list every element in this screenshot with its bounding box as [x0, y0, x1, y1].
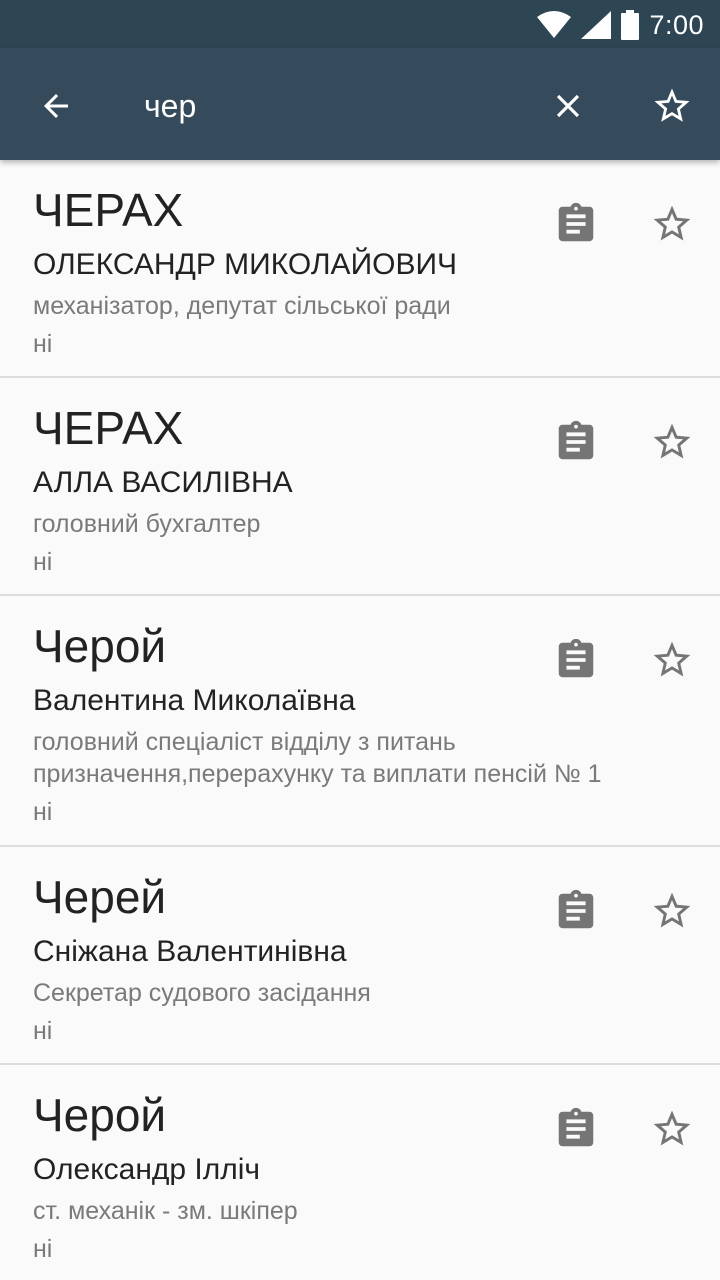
- battery-icon: [621, 10, 640, 40]
- app-bar: [0, 48, 720, 160]
- favorite-toggle[interactable]: [636, 624, 708, 696]
- clipboard-text-icon: [558, 420, 594, 460]
- result-surname: ЧЕРАХ: [33, 402, 184, 454]
- result-given-name: Сніжана Валентинівна: [33, 935, 347, 968]
- declaration-button[interactable]: [540, 406, 612, 478]
- result-given-name: Валентина Миколаївна: [33, 684, 356, 717]
- result-flag: ні: [33, 1235, 53, 1263]
- result-given-name: Олександр Ілліч: [33, 1153, 261, 1186]
- result-position: Секретар судового засідання: [33, 979, 371, 1007]
- result-flag: ні: [33, 548, 53, 576]
- result-item[interactable]: Черой Валентина Миколаївна головний спец…: [0, 596, 720, 847]
- star-outline-icon: [654, 88, 690, 122]
- result-position: механізатор, депутат сільської ради: [33, 292, 451, 320]
- clear-search-button[interactable]: [532, 70, 604, 142]
- star-outline-icon: [653, 423, 691, 459]
- star-outline-icon: [653, 892, 691, 928]
- star-outline-icon: [653, 641, 691, 677]
- declaration-button[interactable]: [540, 875, 612, 947]
- close-icon: [556, 94, 580, 118]
- result-flag: ні: [33, 330, 53, 358]
- clipboard-text-icon: [558, 202, 594, 242]
- result-given-name: ОЛЕКСАНДР МИКОЛАЙОВИЧ: [33, 248, 458, 281]
- favorites-button[interactable]: [636, 70, 708, 142]
- wifi-icon: [537, 11, 572, 38]
- result-item[interactable]: ЧЕРАХ ОЛЕКСАНДР МИКОЛАЙОВИЧ механізатор,…: [0, 160, 720, 378]
- result-item[interactable]: Черей Сніжана Валентинівна Секретар судо…: [0, 847, 720, 1065]
- status-time: 7:00: [649, 9, 704, 40]
- result-surname: Черой: [33, 1089, 167, 1141]
- result-flag: ні: [33, 1017, 53, 1045]
- result-position: головний спеціаліст відділу з питань при…: [33, 728, 602, 788]
- result-surname: Черой: [33, 620, 167, 672]
- declaration-button[interactable]: [540, 1093, 612, 1165]
- signal-icon: [581, 11, 612, 39]
- declaration-button[interactable]: [540, 188, 612, 260]
- favorite-toggle[interactable]: [636, 875, 708, 947]
- result-position: ст. механік - зм. шкіпер: [33, 1197, 298, 1225]
- declaration-button[interactable]: [540, 624, 612, 696]
- result-surname: ЧЕРАХ: [33, 184, 184, 236]
- star-outline-icon: [653, 1110, 691, 1146]
- star-outline-icon: [653, 205, 691, 241]
- clipboard-text-icon: [558, 638, 594, 678]
- result-given-name: АЛЛА ВАСИЛІВНА: [33, 466, 293, 499]
- back-button[interactable]: [20, 70, 92, 142]
- status-bar: 7:00: [0, 0, 720, 48]
- result-item[interactable]: ЧЕРАХ АЛЛА ВАСИЛІВНА головний бухгалтер …: [0, 378, 720, 596]
- search-input[interactable]: [144, 78, 524, 134]
- favorite-toggle[interactable]: [636, 1093, 708, 1165]
- result-flag: ні: [33, 798, 53, 826]
- result-surname: Черей: [33, 871, 167, 923]
- favorite-toggle[interactable]: [636, 406, 708, 478]
- clipboard-text-icon: [558, 1107, 594, 1147]
- favorite-toggle[interactable]: [636, 188, 708, 260]
- result-position: головний бухгалтер: [33, 510, 261, 538]
- results-list: ЧЕРАХ ОЛЕКСАНДР МИКОЛАЙОВИЧ механізатор,…: [0, 160, 720, 1280]
- clipboard-text-icon: [558, 889, 594, 929]
- arrow-back-icon: [44, 94, 68, 118]
- result-item[interactable]: Черой Олександр Ілліч ст. механік - зм. …: [0, 1065, 720, 1280]
- status-icons: 7:00: [537, 8, 704, 42]
